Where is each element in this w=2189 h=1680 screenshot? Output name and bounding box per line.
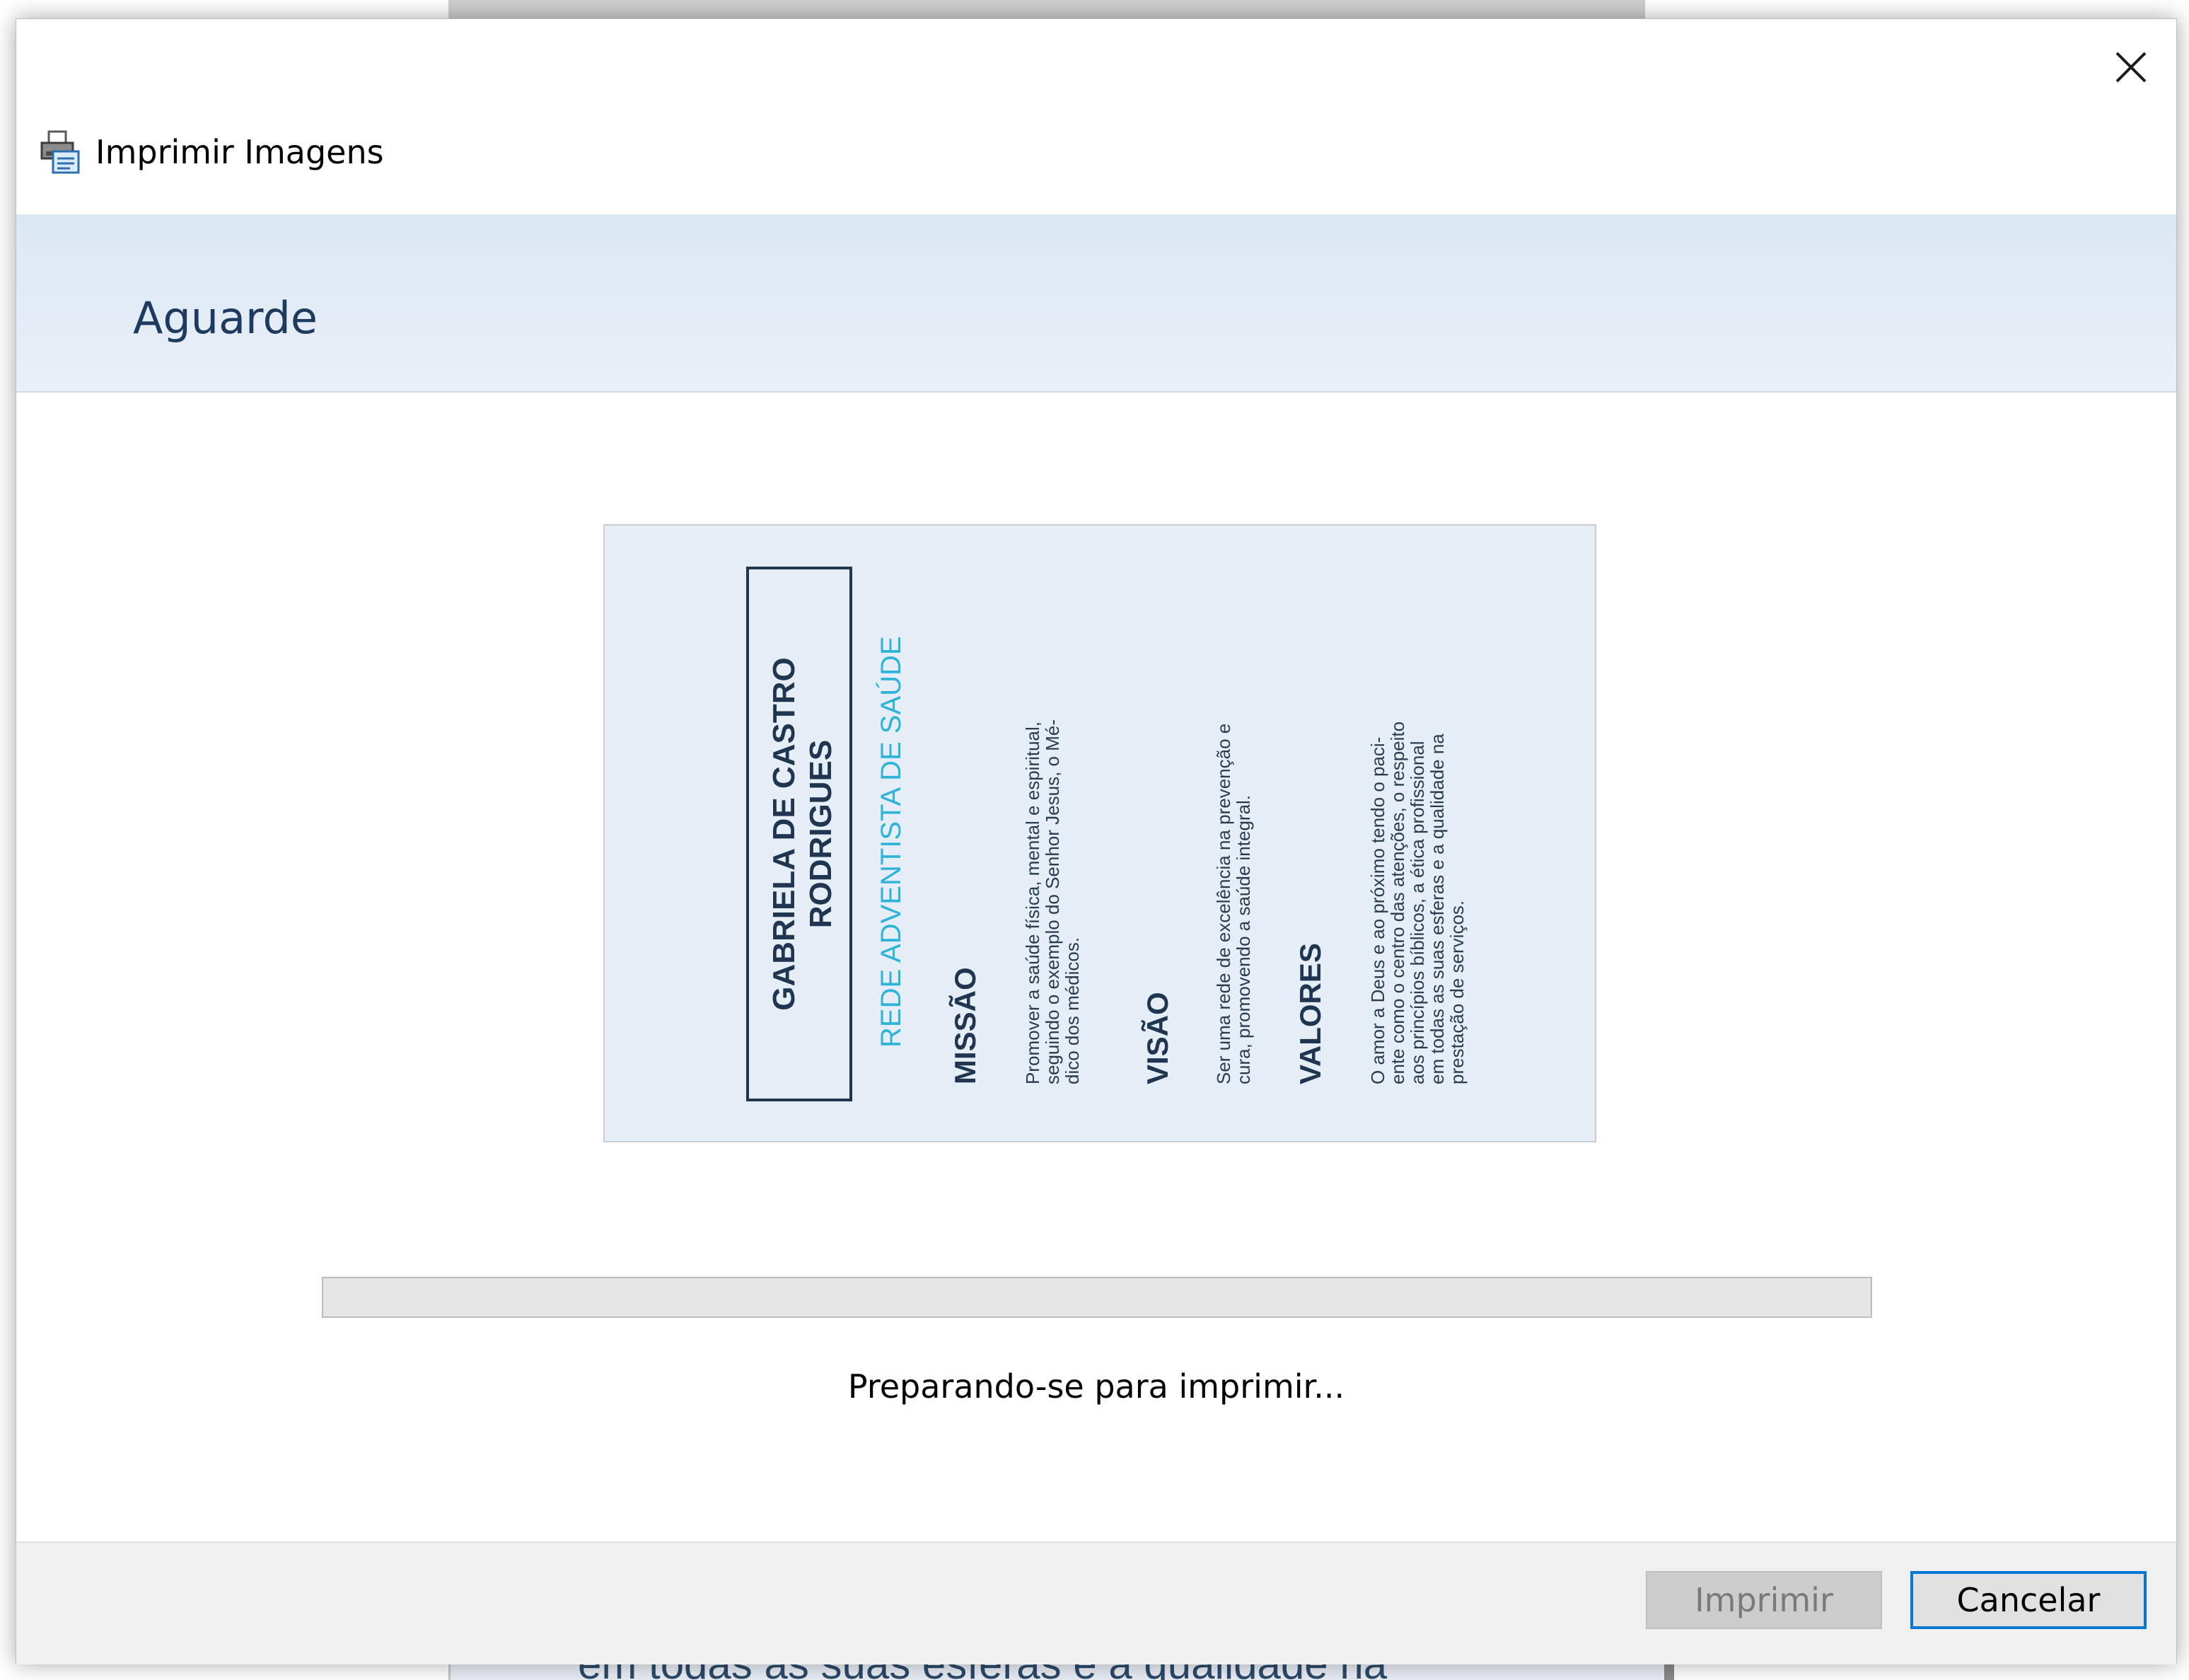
section-line: cura, promovendo a saúde integral.: [1233, 795, 1254, 1084]
section-line: em todas as suas esferas e a qualidade n…: [1427, 734, 1448, 1084]
close-icon: [2115, 52, 2147, 83]
preview-card-image: GABRIELA DE CASTRO RODRIGUES REDE ADVENT…: [605, 526, 1595, 1141]
section-line: O amor a Deus e ao próximo tendo o paci-: [1367, 737, 1388, 1084]
dialog-title: Imprimir Imagens: [95, 133, 384, 171]
progress-bar: [322, 1277, 1872, 1318]
page-title: Aguarde: [133, 292, 318, 344]
card-name-line1: GABRIELA DE CASTRO: [767, 657, 801, 1011]
section-heading-missao: MISSÃO: [948, 967, 982, 1084]
print-preview: GABRIELA DE CASTRO RODRIGUES REDE ADVENT…: [603, 524, 1596, 1142]
section-line: aos princípios bíblicos, a ética profiss…: [1407, 741, 1428, 1084]
section-line: Ser uma rede de excelência na prevenção …: [1213, 724, 1234, 1084]
section-line: Promover a saúde física, mental e espiri…: [1022, 722, 1043, 1084]
section-line: dico dos médicos.: [1062, 937, 1083, 1084]
section-line: ente como o centro das atenções, o respe…: [1387, 722, 1408, 1084]
section-heading-visao: VISÃO: [1141, 992, 1174, 1084]
card-organization: REDE ADVENTISTA DE SAÚDE: [875, 636, 907, 1048]
card-name-line2: RODRIGUES: [803, 740, 838, 928]
print-pictures-dialog: Imprimir Imagens Aguarde GABRIELA DE CAS…: [16, 18, 2177, 1664]
header-band: Aguarde: [16, 214, 2176, 393]
close-button[interactable]: [2106, 42, 2156, 93]
status-text: Preparando-se para imprimir...: [847, 1367, 1345, 1406]
dialog-title-bar: Imprimir Imagens: [39, 124, 384, 180]
printer-icon: [40, 130, 80, 174]
section-heading-valores: VALORES: [1294, 943, 1327, 1084]
section-line: prestação de serviços.: [1446, 900, 1468, 1084]
print-button[interactable]: Imprimir: [1646, 1571, 1882, 1629]
cancel-button[interactable]: Cancelar: [1910, 1571, 2147, 1629]
section-line: seguindo o exemplo do Senhor Jesus, o Mé…: [1042, 719, 1063, 1084]
dialog-footer: Imprimir Cancelar: [16, 1541, 2176, 1664]
